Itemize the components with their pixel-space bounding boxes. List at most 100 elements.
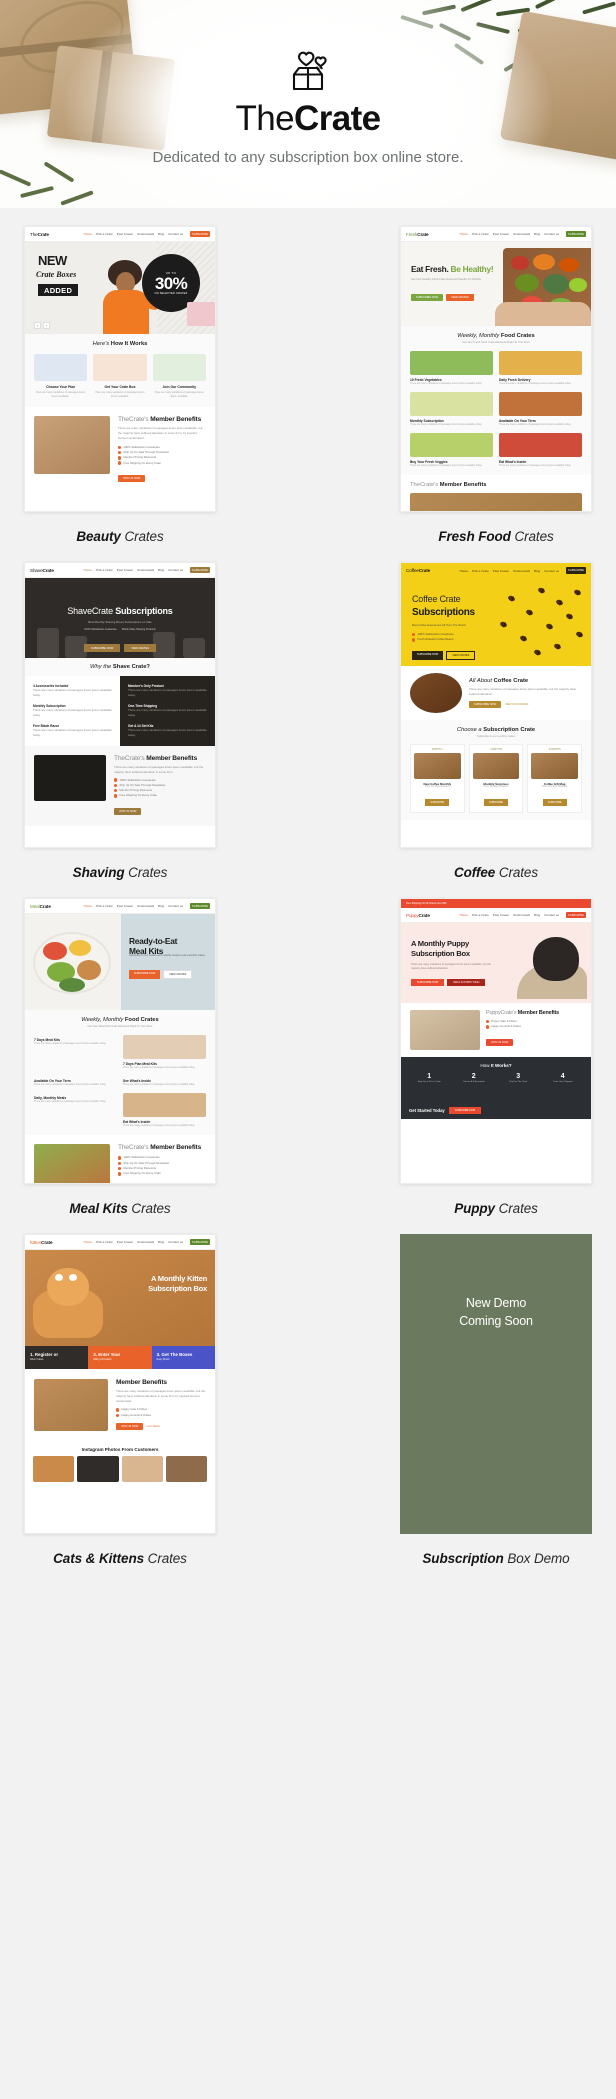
mk-feature: See What's Inside There are many variatio… <box>123 1076 206 1087</box>
ff-feature: Monthly Subscription There are many varia… <box>410 392 493 427</box>
mini-nav-link: Past Crates <box>492 568 509 573</box>
pp-benefits-title-light: PuppyCrate's <box>486 1010 517 1016</box>
caption-light: Crates <box>124 529 164 544</box>
how-step-title: Choose Your Plan <box>46 385 76 389</box>
sv-feature-split: 4 Accessories Included There are many va… <box>25 676 215 746</box>
ff-benefits-title-light: TheCrate's <box>410 482 439 489</box>
mk-feature-text: There are many variations of passages lo… <box>123 1066 196 1069</box>
mini-nav-link: Pick a Crate <box>471 568 489 573</box>
pp-step-caption: Pay For The Crate <box>509 1081 528 1083</box>
ff-feature-text: There are many variations of passages lo… <box>410 423 483 427</box>
demo-preview-shaving[interactable]: ShaveCrate Home Pick a Crate Past Crates… <box>24 562 216 848</box>
ct-member-benefits-section: Member Benefits There are many variation… <box>25 1368 215 1441</box>
puppy-announcement-bar: Free Shipping On All Orders Over $50 <box>401 899 591 908</box>
mk-title-a: Ready-to-Eat <box>129 936 178 946</box>
mini-nav-link: Testimonials <box>512 232 530 236</box>
mk-primary-button: SUBSCRIBE NOW <box>129 970 161 979</box>
caption-bold: Meal Kits <box>69 1201 128 1216</box>
mk-sec-title-bold: Food Crates <box>124 1017 159 1023</box>
cf-tick: Fresh Roasted Coffee Beans <box>417 637 454 642</box>
meal-kits-features-section: Weekly, Monthly Food Crates Get Your Mea… <box>25 1010 215 1136</box>
mini-nav-link: Past Crates <box>116 232 133 236</box>
mk-benefits-title-light: TheCrate's <box>118 1144 149 1152</box>
shaving-hero-banner: ShaveCrate Subscriptions Best Monthly Sh… <box>25 578 215 658</box>
mini-subscribe-button: SUBSCRIBE <box>190 230 210 238</box>
benefits-title-light: TheCrate's <box>118 415 149 423</box>
sv-why-title-bold: Shave Crate? <box>112 664 150 670</box>
ff-feature-text: There are many variations of passages lo… <box>410 464 483 468</box>
caption-light: Crates <box>514 529 554 544</box>
page-hero: TheCrate Dedicated to any subscription b… <box>0 0 616 208</box>
ff-secondary-button: VIEW CRATES <box>446 294 474 301</box>
mini-subscribe-button: SUBSCRIBE <box>566 911 586 919</box>
mk-sec-title-light: Weekly, Monthly <box>81 1017 124 1023</box>
sv-secondary-button: VIEW CRATES <box>124 644 156 652</box>
cf-primary-button: SUBSCRIBE NOW <box>412 651 444 660</box>
sv-tick: 100% Satisfaction Guarantee <box>84 628 117 631</box>
sv-member-benefits-section: TheCrate's Member Benefits There are man… <box>25 745 215 826</box>
demo-preview-cats-kittens[interactable]: KittenCrate Home Pick a Crate Past Crate… <box>24 1234 216 1534</box>
demo-card-puppy[interactable]: Free Shipping On All Orders Over $50 Pup… <box>400 898 592 1216</box>
demo-card-beauty[interactable]: TheCrate Home Pick a Crate Past Crates T… <box>24 226 216 544</box>
demo-card-shaving[interactable]: ShaveCrate Home Pick a Crate Past Crates… <box>24 562 216 880</box>
sv-feature-text: There are many variations of passages lo… <box>33 707 112 717</box>
demo-caption-beauty: Beauty Crates <box>24 529 216 544</box>
pp-step-caption: Choose A Subscription <box>462 1081 485 1083</box>
demo-preview-beauty[interactable]: TheCrate Home Pick a Crate Past Crates T… <box>24 226 216 512</box>
sv-tick: World-Class Shaving Products <box>121 628 156 631</box>
benefit-tick: Happy Hounds & Kitties <box>121 1412 151 1417</box>
demo-preview-fresh-food[interactable]: FreshCrate Home Pick a Crate Past Crates… <box>400 226 592 512</box>
mini-logo-bold: Crate <box>417 231 429 237</box>
choose-crate-section: Choose a Subscription Crate Subscribe to… <box>401 720 591 820</box>
beauty-hero-tag: ADDED <box>38 284 79 296</box>
mini-nav-link: Home <box>83 1240 92 1244</box>
meal-kits-hero-banner: Ready-to-Eat Meal Kits Subscribe to our w… <box>25 914 215 1010</box>
sv-feature-text: There are many variations of passages lo… <box>128 727 207 737</box>
pp-step: 4 Crate Gets Shipped <box>543 1073 584 1085</box>
coming-soon-panel[interactable]: New Demo Coming Soon <box>400 1234 592 1534</box>
how-step: Get Your Crate Box Here are many variati… <box>93 354 147 400</box>
demo-card-meal-kits[interactable]: MealCrate Home Pick a Crate Past Crates … <box>24 898 216 1216</box>
ct-benefits-cta: JOIN US NOW <box>116 1423 144 1431</box>
mini-nav-link: Testimonials <box>512 568 530 573</box>
demo-card-coffee[interactable]: CoffeeCrate Home Pick a Crate Past Crate… <box>400 562 592 880</box>
cf-about-link: VIEW OUR CRATES <box>505 702 529 706</box>
meal-bowl-photo <box>25 914 121 1010</box>
beauty-hero-script: Crate Boxes <box>36 270 77 279</box>
mk-feature: 7 Days Plan Meal Kits There are many vari… <box>123 1035 206 1070</box>
demo-preview-meal-kits[interactable]: MealCrate Home Pick a Crate Past Crates … <box>24 898 216 1184</box>
demo-card-cats-kittens[interactable]: KittenCrate Home Pick a Crate Past Crate… <box>24 1234 216 1566</box>
cf-hero-text: Best Coffee Experience All Over The Worl… <box>412 623 466 627</box>
pp-hero-text: There are many variations of passages lo… <box>411 963 492 971</box>
mini-nav-link: Home <box>83 568 92 572</box>
mini-nav-link: Pick a Crate <box>95 904 113 908</box>
benefits-image <box>34 415 110 474</box>
cf-plan-button: SUBSCRIBE <box>484 798 508 806</box>
ct-step: 1. Register or Kitten Crates <box>25 1346 89 1369</box>
brand-bold-part: Crate <box>294 99 381 138</box>
demo-preview-puppy[interactable]: Free Shipping On All Orders Over $50 Pup… <box>400 898 592 1184</box>
pp-how-it-works-section: How It Works? 1 Sign Up or Pick a Crate 2… <box>401 1057 591 1119</box>
demo-card-subscription-box-demo[interactable]: New Demo Coming Soon Subscription Box De… <box>400 1234 592 1566</box>
demo-caption-coffee: Coffee Crates <box>400 865 592 880</box>
ff-feature-text: There are many variations of passages lo… <box>499 382 572 385</box>
demo-caption-cats-kittens: Cats & Kittens Crates <box>24 1551 216 1566</box>
sv-hero-text: Best Monthly Shaving Boxes Subscriptions… <box>88 620 152 624</box>
caption-light: Crates <box>498 865 538 880</box>
benefits-text: There are many variations of passages lo… <box>118 425 203 440</box>
mini-logo-light: Coffee <box>406 568 419 573</box>
fresh-food-hero-banner: Eat Fresh. Be Healthy! Get Your Healthy … <box>401 242 591 326</box>
demo-card-fresh-food[interactable]: FreshCrate Home Pick a Crate Past Crates… <box>400 226 592 544</box>
demo-preview-coffee[interactable]: CoffeeCrate Home Pick a Crate Past Crate… <box>400 562 592 848</box>
cf-plan-button: SUBSCRIBE <box>542 798 567 806</box>
sv-title-bold: Subscriptions <box>115 606 173 616</box>
caption-bold: Shaving <box>72 865 125 880</box>
meal-kits-hero-copy: Ready-to-Eat Meal Kits Subscribe to our w… <box>121 914 215 1010</box>
cf-plan-button: SUBSCRIBE <box>425 798 450 806</box>
mini-nav-link: Blog <box>534 568 541 573</box>
badge-percent: 30% <box>154 274 188 293</box>
brand-light-part: The <box>235 99 295 138</box>
about-coffee-section: All About Coffee Crate There are many va… <box>401 666 591 720</box>
mini-nav-link: Home <box>459 232 468 236</box>
mini-nav-link: Pick a Crate <box>471 232 489 236</box>
